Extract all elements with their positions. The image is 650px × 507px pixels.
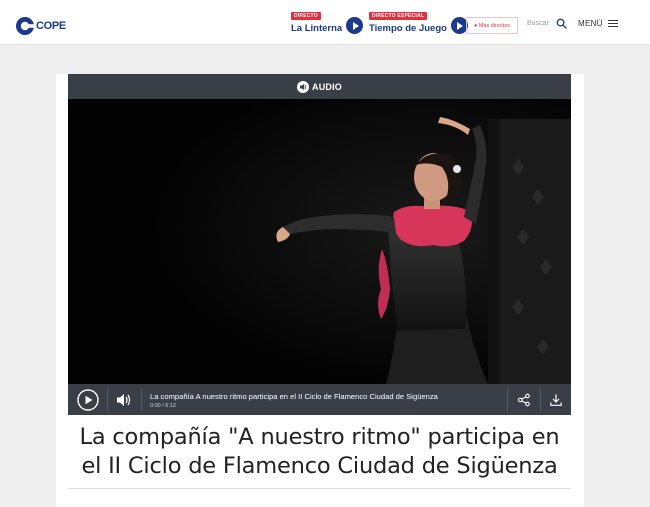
more-live-button[interactable]: ● Más directos bbox=[466, 17, 518, 34]
track-time: 0:00 / 6:12 bbox=[150, 403, 176, 409]
article-card: AUDIO La compañía A nuestro ritmo partic… bbox=[56, 74, 584, 507]
audio-label: AUDIO bbox=[312, 81, 342, 92]
search-icon[interactable] bbox=[556, 18, 567, 29]
play-icon[interactable] bbox=[77, 388, 99, 411]
logo-text: COPE bbox=[36, 20, 66, 32]
live-badge: DIRECTO ESPECIAL bbox=[369, 12, 428, 20]
audio-controls: La compañía A nuestro ritmo participa en… bbox=[68, 384, 571, 415]
search-input[interactable] bbox=[527, 20, 553, 27]
menu-button[interactable]: MENÚ bbox=[578, 19, 618, 28]
site-header: COPE DIRECTO La Linterna DIRECTO ESPECIA… bbox=[0, 0, 650, 45]
live-title: Tiempo de Juego bbox=[369, 23, 447, 34]
menu-label: MENÚ bbox=[578, 19, 603, 28]
volume-button[interactable] bbox=[110, 384, 138, 415]
play-icon[interactable] bbox=[346, 17, 364, 34]
play-button[interactable] bbox=[72, 384, 104, 415]
search[interactable] bbox=[527, 18, 567, 29]
download-icon[interactable] bbox=[549, 393, 563, 407]
hamburger-icon[interactable] bbox=[607, 19, 618, 28]
article-headline: La compañía "A nuestro ritmo" participa … bbox=[79, 424, 560, 479]
volume-icon[interactable] bbox=[115, 392, 133, 408]
download-button[interactable] bbox=[543, 384, 569, 415]
cope-logo-icon bbox=[16, 17, 34, 35]
cope-logo[interactable]: COPE bbox=[16, 17, 66, 35]
live-tiempo-de-juego[interactable]: DIRECTO ESPECIAL Tiempo de Juego bbox=[369, 12, 468, 34]
audio-icon bbox=[297, 80, 309, 93]
divider bbox=[68, 488, 571, 489]
player-header: AUDIO bbox=[68, 74, 571, 99]
share-icon[interactable] bbox=[517, 393, 531, 407]
article-photo bbox=[68, 99, 571, 384]
track-title: La compañía A nuestro ritmo participa en… bbox=[150, 392, 438, 401]
share-button[interactable] bbox=[511, 384, 537, 415]
live-title: La Linterna bbox=[291, 23, 343, 34]
live-la-linterna[interactable]: DIRECTO La Linterna bbox=[291, 12, 364, 34]
live-badge: DIRECTO bbox=[291, 12, 321, 20]
